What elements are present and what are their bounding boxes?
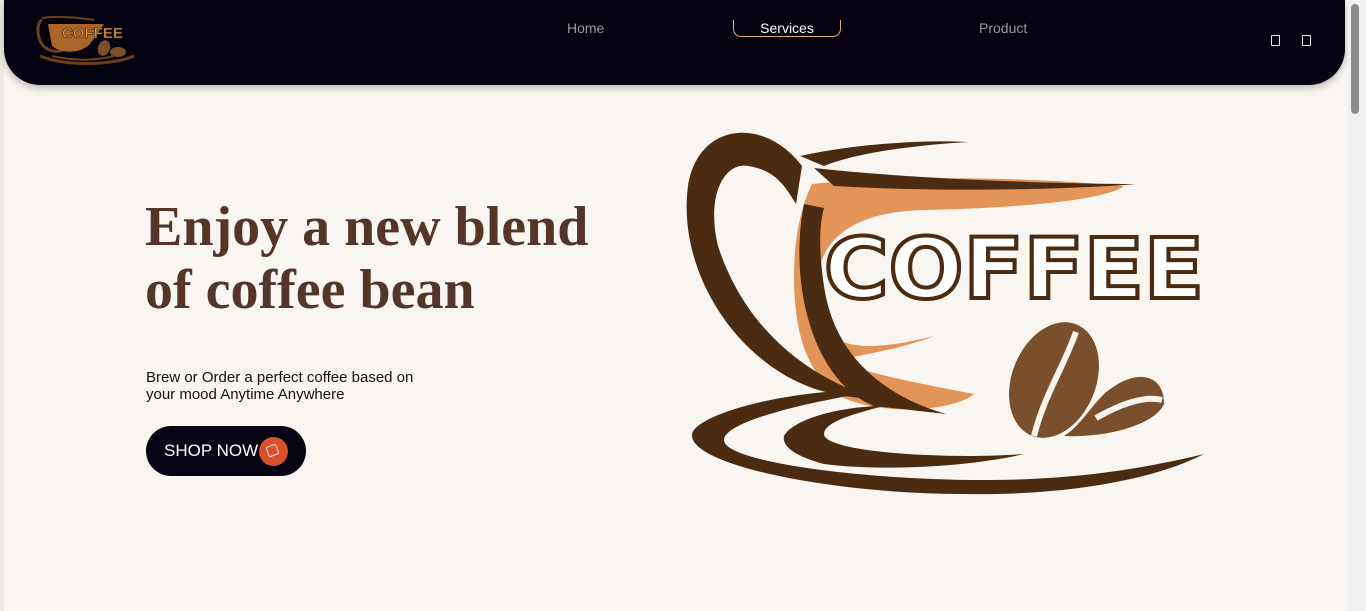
shop-icon <box>259 437 288 466</box>
page: COFFEE Home Services Product Enjoy a new… <box>0 0 1366 611</box>
hero-subtitle: Brew or Order a perfect coffee based on … <box>146 369 414 403</box>
shop-now-label: SHOP NOW <box>164 441 259 460</box>
hero-title: Enjoy a new blend of coffee bean <box>145 196 589 321</box>
nav-link-home[interactable]: Home <box>567 20 604 36</box>
page-left-edge <box>0 0 4 611</box>
user-icon[interactable] <box>1302 35 1311 46</box>
coffee-image-text: COFFEE <box>824 220 1204 318</box>
coffee-cup-illustration: COFFEE <box>686 132 1206 495</box>
nav-link-product[interactable]: Product <box>979 20 1027 36</box>
scrollbar-thumb[interactable] <box>1351 4 1359 114</box>
shop-now-button[interactable]: SHOP NOW <box>146 426 306 476</box>
cart-icon[interactable] <box>1271 35 1280 46</box>
logo-text: COFFEE <box>62 25 123 42</box>
navbar: COFFEE Home Services Product <box>4 0 1345 85</box>
nav-link-services[interactable]: Services <box>733 20 841 37</box>
coffee-cup-logo-icon[interactable]: COFFEE <box>34 12 138 68</box>
